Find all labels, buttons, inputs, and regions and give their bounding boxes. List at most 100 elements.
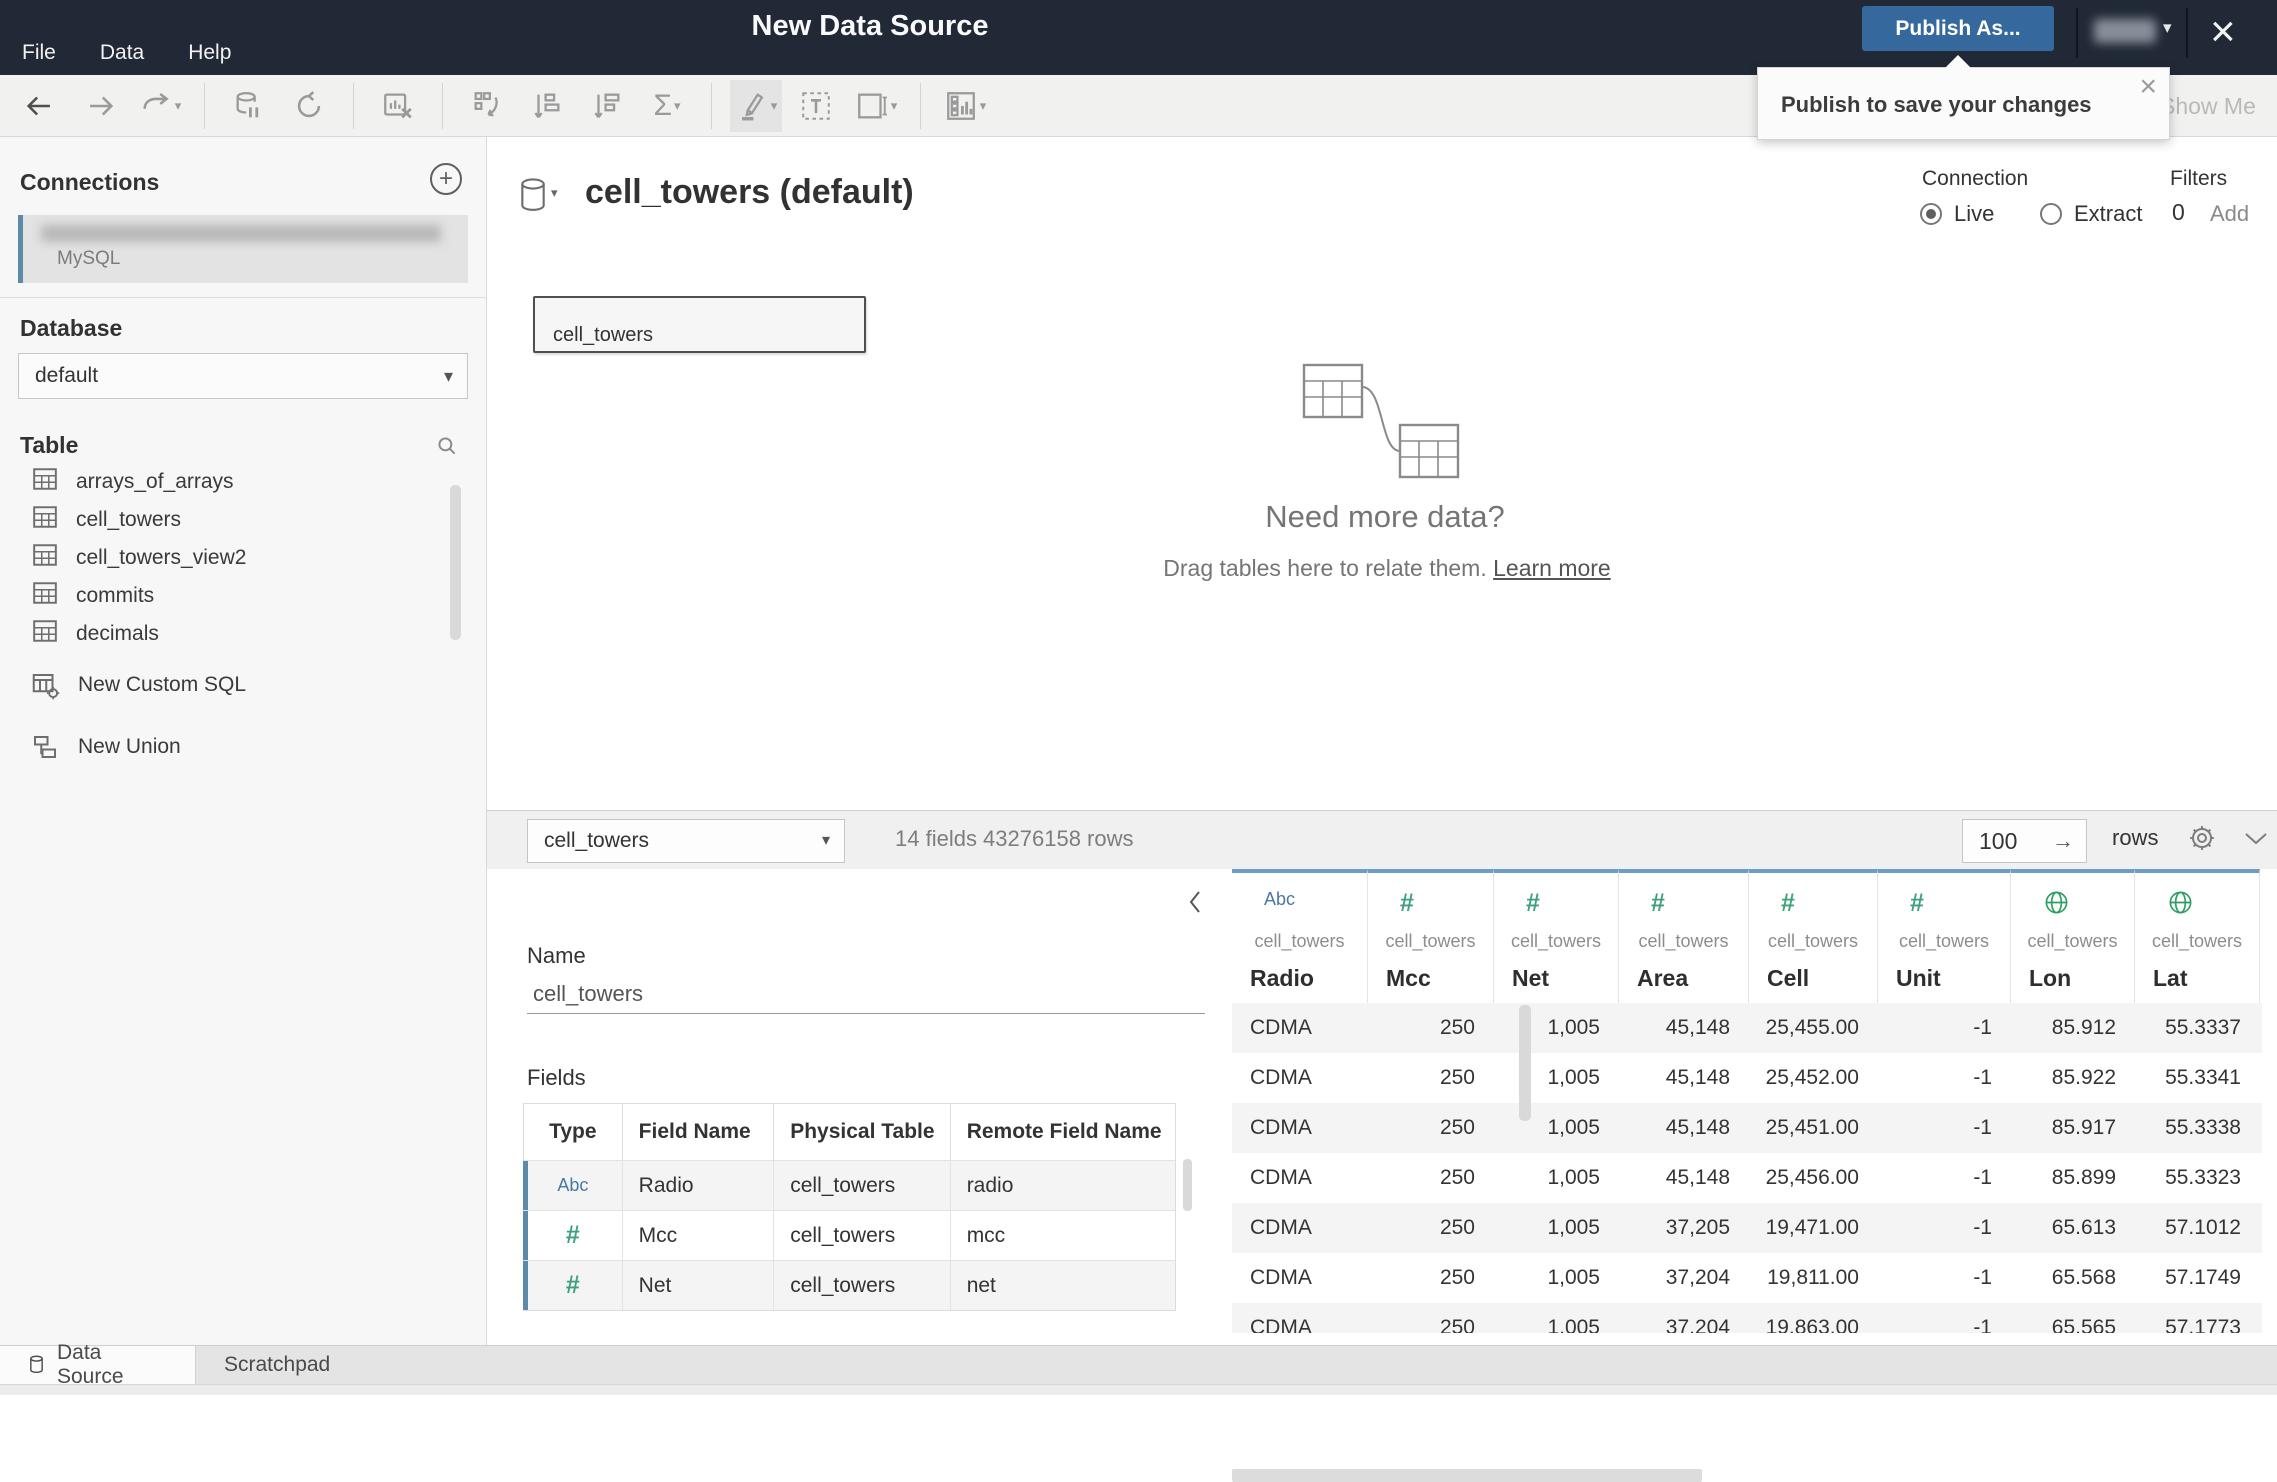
collapse-preview-chevron-icon[interactable] (2243, 831, 2269, 852)
table-item-cell_towers_view2[interactable]: cell_towers_view2 (0, 539, 487, 577)
undo-button[interactable] (14, 80, 66, 132)
show-me-label[interactable]: Show Me (2160, 93, 2256, 120)
swap-axes-button[interactable] (461, 80, 513, 132)
geo-type-icon (2167, 889, 2194, 921)
titlebar-separator (2186, 8, 2188, 58)
grid-column-table: cell_towers (2151, 931, 2243, 951)
highlight-caret-icon: ▾ (770, 97, 778, 113)
filters-count: 0 (2172, 199, 2185, 225)
live-radio[interactable]: Live (1920, 201, 1994, 227)
grid-settings-gear-icon[interactable] (2187, 823, 2217, 858)
grid-cell: 55.3323 (2165, 1166, 2241, 1189)
menu-file[interactable]: File (22, 41, 56, 65)
grid-cell: CDMA (1250, 1316, 1312, 1333)
fields-col-field-name: Field Name (623, 1104, 775, 1160)
table-icon (32, 619, 58, 649)
window-close-icon[interactable]: × (2210, 2, 2236, 62)
grid-horizontal-scrollbar[interactable] (1232, 1469, 1702, 1482)
filters-add-button[interactable]: Add (2210, 201, 2249, 227)
grid-cell: 85.917 (2051, 1116, 2116, 1139)
grid-cell: 250 (1439, 1166, 1475, 1189)
grid-column-unit[interactable]: # cell_towers Unit (1878, 869, 2011, 1003)
refresh-data-button[interactable] (283, 80, 335, 132)
grid-cell: 37,204 (1665, 1266, 1730, 1289)
field-row-mcc[interactable]: # Mcc cell_towers mcc (523, 1210, 1175, 1260)
add-connection-button[interactable]: + (430, 163, 462, 195)
datasource-caret-icon[interactable]: ▾ (551, 185, 558, 201)
redo-button[interactable] (74, 80, 126, 132)
apply-row-limit-icon[interactable]: → (2052, 820, 2074, 862)
connection-item[interactable]: MySQL (18, 215, 468, 283)
grid-column-area[interactable]: # cell_towers Area (1619, 869, 1749, 1003)
tab-data-source[interactable]: Data Source (0, 1341, 196, 1388)
grid-column-lat[interactable]: cell_towers Lat (2135, 869, 2260, 1003)
fit-button[interactable]: ▾ (850, 80, 902, 132)
table-item-decimals[interactable]: decimals (0, 615, 487, 653)
physical-table-cell: cell_towers (774, 1261, 951, 1310)
grid-cell: CDMA (1250, 1266, 1312, 1289)
grid-cell: 25,452.00 (1765, 1066, 1859, 1089)
extract-radio[interactable]: Extract (2040, 201, 2142, 227)
grid-column-net[interactable]: # cell_towers Net (1494, 869, 1619, 1003)
empty-state-title: Need more data? (1265, 499, 1505, 534)
grid-column-radio[interactable]: Abc cell_towers Radio (1232, 869, 1368, 1003)
grid-cell: -1 (1973, 1216, 1992, 1239)
database-heading: Database (20, 315, 123, 341)
field-row-net[interactable]: # Net cell_towers net (523, 1260, 1175, 1310)
row-limit-value: 100 (1979, 828, 2018, 854)
sort-descending-button[interactable] (581, 80, 633, 132)
preview-table-select[interactable]: cell_towers ▾ (527, 819, 845, 863)
annotation-button[interactable] (790, 80, 842, 132)
name-input[interactable]: cell_towers (533, 981, 643, 1007)
clear-sheet-button[interactable] (372, 80, 424, 132)
table-item-commits[interactable]: commits (0, 577, 487, 615)
grid-column-name: Cell (1767, 965, 1810, 991)
table-search-icon[interactable] (434, 433, 460, 464)
grid-cell: 1,005 (1547, 1066, 1600, 1089)
fields-col-type: Type (524, 1104, 623, 1160)
field-row-radio[interactable]: Abc Radio cell_towers radio (523, 1160, 1175, 1210)
highlight-button[interactable]: ▾ (730, 79, 782, 132)
row-limit-input[interactable]: 100 → (1962, 819, 2087, 863)
physical-table-cell: cell_towers (774, 1161, 951, 1210)
tab-scratchpad[interactable]: Scratchpad (196, 1346, 358, 1384)
menu-help[interactable]: Help (188, 41, 231, 65)
fields-table-scrollbar[interactable] (1183, 1159, 1192, 1211)
table-item-cell_towers[interactable]: cell_towers (0, 501, 487, 539)
totals-button[interactable]: Σ ▾ (641, 80, 693, 132)
sort-ascending-button[interactable] (521, 80, 573, 132)
grid-cell: CDMA (1250, 1016, 1312, 1039)
grid-vertical-scrollbar[interactable] (1519, 1005, 1531, 1121)
grid-column-cell[interactable]: # cell_towers Cell (1749, 869, 1878, 1003)
grid-column-table: cell_towers (1898, 931, 1990, 951)
user-avatar-blurred[interactable] (2094, 19, 2156, 43)
datasource-icon[interactable] (517, 177, 549, 220)
tooltip-close-icon[interactable]: × (2139, 70, 2157, 104)
grid-column-name: Area (1637, 965, 1689, 991)
number-type-icon: # (1910, 889, 1924, 917)
user-menu-caret-icon[interactable]: ▾ (2163, 18, 2172, 38)
fields-col-physical-table: Physical Table (774, 1104, 951, 1160)
show-cards-button[interactable]: ▾ (939, 80, 991, 132)
grid-column-lon[interactable]: cell_towers Lon (2011, 869, 2135, 1003)
table-item-arrays_of_arrays[interactable]: arrays_of_arrays (0, 463, 487, 501)
learn-more-link[interactable]: Learn more (1493, 555, 1611, 581)
database-select[interactable]: default ▾ (18, 353, 468, 399)
grid-column-mcc[interactable]: # cell_towers Mcc (1368, 869, 1494, 1003)
replay-button[interactable]: ▾ (134, 80, 186, 132)
new-custom-sql-button[interactable]: New Custom SQL (0, 665, 487, 705)
new-union-button[interactable]: New Union (0, 727, 487, 767)
grid-row: CDMA 250 1,005 37,204 19,811.00 -1 65.568 57.17… (1232, 1253, 2262, 1303)
table-list-scrollbar[interactable] (450, 485, 461, 640)
grid-cell: 57.1749 (2165, 1266, 2241, 1289)
filters-label: Filters (2170, 167, 2228, 190)
name-label: Name (527, 943, 586, 968)
grid-cell: 1,005 (1547, 1116, 1600, 1139)
publish-as-button[interactable]: Publish As... (1862, 6, 2054, 51)
toolbar-divider (442, 82, 443, 129)
canvas-table-chip[interactable]: cell_towers (533, 296, 866, 353)
menu-data[interactable]: Data (100, 41, 144, 65)
table-icon (32, 467, 58, 497)
collapse-metadata-chevron-icon[interactable] (1187, 889, 1203, 920)
pause-updates-button[interactable] (223, 80, 275, 132)
